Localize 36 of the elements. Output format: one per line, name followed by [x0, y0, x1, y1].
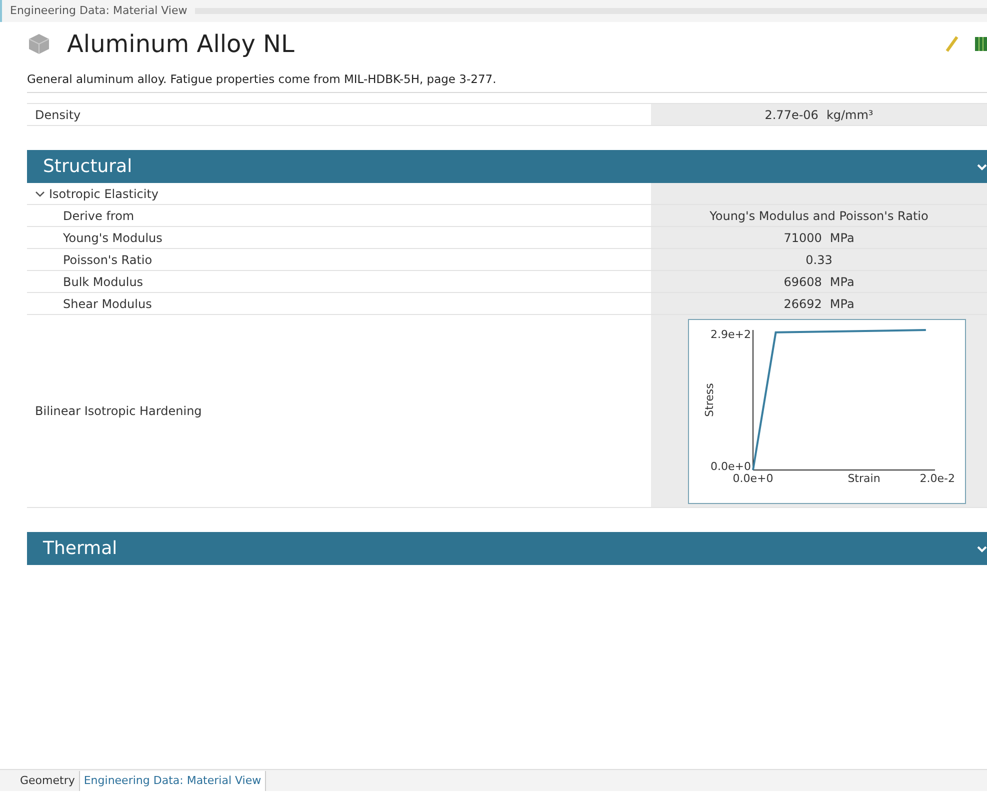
property-label: Bilinear Isotropic Hardening — [35, 403, 202, 420]
panel-title: Engineering Data: Material View — [10, 2, 188, 19]
property-unit: MPa — [830, 296, 854, 312]
property-label: Derive from — [63, 208, 134, 224]
property-label: Bulk Modulus — [63, 274, 144, 290]
cube-icon — [27, 33, 51, 55]
property-value: 0.33 — [806, 252, 832, 268]
property-label: Young's Modulus — [63, 230, 162, 246]
section-header[interactable]: Structural — [27, 150, 987, 183]
y-tick-label: 2.9e+2 — [710, 328, 751, 340]
document-tab[interactable]: Geometry — [16, 771, 79, 791]
group-label: Isotropic Elasticity — [49, 186, 159, 202]
y-tick-label: 0.0e+0 — [710, 460, 751, 472]
material-description: General aluminum alloy. Fatigue properties come from MIL-HDBK-5H, page 3-277. — [27, 72, 496, 86]
x-tick-label: 2.0e-2 — [920, 472, 955, 484]
property-unit: kg/mm³ — [826, 106, 874, 124]
chevron-down-icon — [977, 544, 987, 552]
document-tab[interactable]: Engineering Data: Material View — [78, 771, 266, 791]
property-unit: MPa — [830, 274, 854, 290]
property-value: 26692 — [784, 296, 822, 312]
property-label: Density — [35, 106, 81, 124]
y-axis-label: Stress — [703, 382, 716, 416]
property-label: Poisson's Ratio — [63, 252, 152, 268]
material-name: Aluminum Alloy NL — [67, 29, 294, 60]
property-unit: MPa — [830, 230, 854, 246]
property-value: 2.77e-06 — [764, 106, 818, 124]
property-label: Shear Modulus — [63, 296, 152, 312]
section-header[interactable]: Thermal — [27, 532, 987, 565]
x-axis-label: Strain — [848, 472, 880, 484]
chevron-down-icon — [977, 162, 987, 170]
property-value: 71000 — [784, 230, 822, 246]
chevron-down-icon[interactable] — [35, 190, 45, 198]
property-value: 69608 — [784, 274, 822, 290]
x-tick-label: 0.0e+0 — [732, 472, 774, 484]
property-value: Young's Modulus and Poisson's Ratio — [710, 208, 928, 224]
library-icon[interactable] — [975, 36, 987, 52]
